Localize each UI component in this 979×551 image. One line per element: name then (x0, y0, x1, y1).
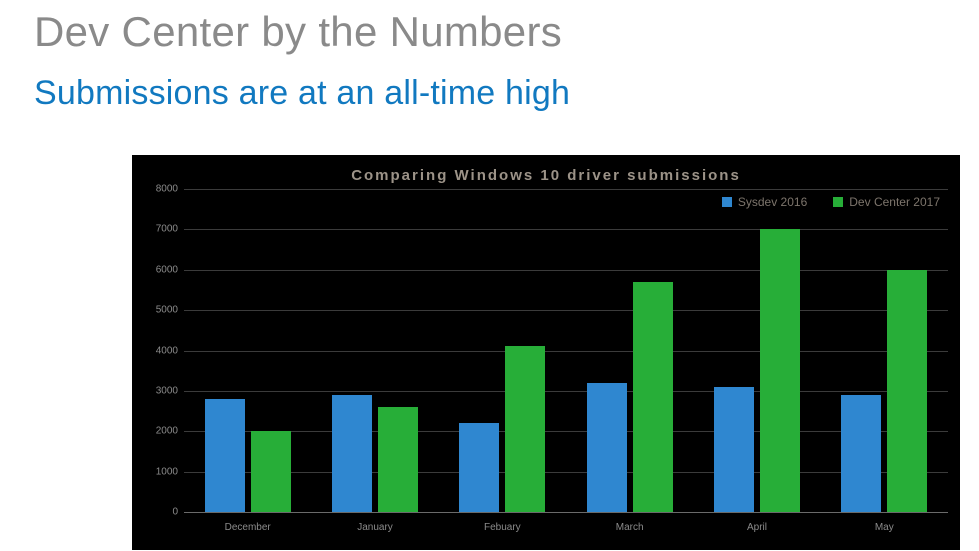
bar (587, 383, 627, 512)
page-subtitle: Submissions are at an all-time high (0, 56, 979, 113)
bar (633, 282, 673, 512)
bar-groups: DecemberJanuaryFebuaryMarchAprilMay (184, 189, 948, 512)
y-axis-tick-label: 3000 (144, 385, 178, 396)
y-axis-tick-label: 5000 (144, 305, 178, 316)
bar-group: Febuary (439, 189, 566, 512)
y-axis-tick-label: 1000 (144, 466, 178, 477)
bar-group: December (184, 189, 311, 512)
x-axis-tick-label: January (311, 522, 438, 533)
page-title: Dev Center by the Numbers (0, 0, 979, 56)
y-axis-tick-label: 8000 (144, 184, 178, 195)
bar-group: April (693, 189, 820, 512)
bar (841, 395, 881, 512)
bar (887, 270, 927, 512)
y-axis-tick-label: 6000 (144, 264, 178, 275)
bar (332, 395, 372, 512)
x-axis-tick-label: April (693, 522, 820, 533)
y-axis-tick-label: 4000 (144, 345, 178, 356)
bar (714, 387, 754, 512)
chart-container: Comparing Windows 10 driver submissions … (132, 155, 960, 550)
x-axis-tick-label: May (821, 522, 948, 533)
bar-group: January (311, 189, 438, 512)
y-axis-tick-label: 0 (144, 507, 178, 518)
bar (205, 399, 245, 512)
bar (459, 423, 499, 512)
bar (760, 229, 800, 512)
x-axis-line (184, 512, 948, 513)
bar-group: May (821, 189, 948, 512)
x-axis-tick-label: December (184, 522, 311, 533)
chart-plot-area: 010002000300040005000600070008000Decembe… (184, 189, 948, 512)
y-axis-tick-label: 2000 (144, 426, 178, 437)
bar-group: March (566, 189, 693, 512)
x-axis-tick-label: Febuary (439, 522, 566, 533)
bar (251, 431, 291, 512)
bar (505, 346, 545, 512)
chart-title: Comparing Windows 10 driver submissions (132, 167, 960, 184)
bar (378, 407, 418, 512)
y-axis-tick-label: 7000 (144, 224, 178, 235)
x-axis-tick-label: March (566, 522, 693, 533)
